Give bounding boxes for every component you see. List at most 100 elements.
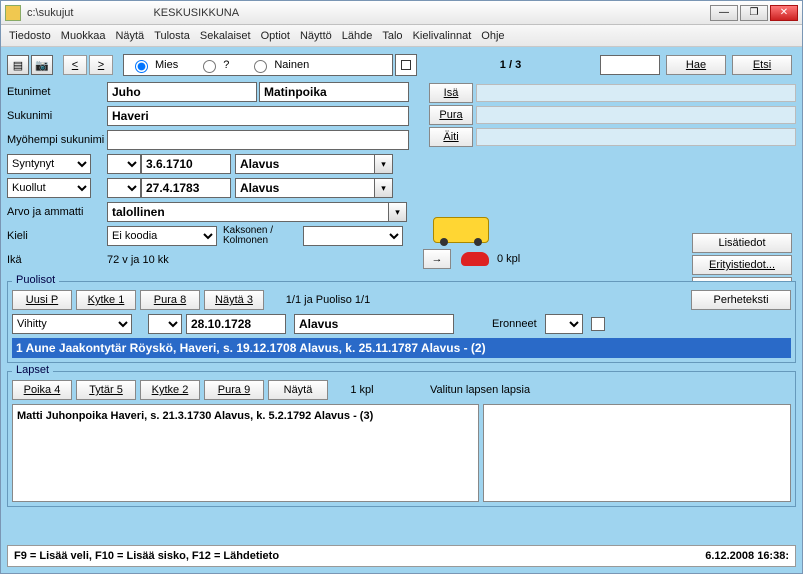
menu-tiedosto[interactable]: Tiedosto xyxy=(9,30,51,42)
pura-tab[interactable]: Pura xyxy=(429,105,473,125)
content: ▤ 📷 < > Mies ? Nainen Etunimet xyxy=(1,47,802,543)
tytar-button[interactable]: Tytär 5 xyxy=(76,380,136,400)
menu-muokkaa[interactable]: Muokkaa xyxy=(61,30,106,42)
puoliso-list-item[interactable]: 1 Aune Jaakontytär Röyskö, Haveri, s. 19… xyxy=(12,338,791,358)
doc-icon-button[interactable]: ▤ xyxy=(7,55,29,75)
ammatti-field[interactable] xyxy=(107,202,389,222)
kuol-paikka-drop[interactable]: ▾ xyxy=(375,178,393,198)
lapsenlapset-list[interactable] xyxy=(483,404,791,502)
lapset-legend: Lapset xyxy=(12,364,53,376)
status-left: F9 = Lisää veli, F10 = Lisää sisko, F12 … xyxy=(14,550,279,562)
menu-optiot[interactable]: Optiot xyxy=(261,30,290,42)
label-sukunimi: Sukunimi xyxy=(7,110,107,122)
pura-9-button[interactable]: Pura 9 xyxy=(204,380,264,400)
menu-sekalaiset[interactable]: Sekalaiset xyxy=(200,30,251,42)
minimize-button[interactable]: — xyxy=(710,5,738,21)
label-ika: Ikä xyxy=(7,254,107,266)
kuol-prefix-select[interactable] xyxy=(107,178,141,198)
menu-talo[interactable]: Talo xyxy=(382,30,402,42)
gender-radiogroup: Mies ? Nainen xyxy=(123,54,393,76)
statusbar: F9 = Lisää veli, F10 = Lisää sisko, F12 … xyxy=(7,545,796,567)
title-appname: KESKUSIKKUNA xyxy=(153,7,239,19)
myohempi-field[interactable] xyxy=(107,130,409,150)
person-panel: ▤ 📷 < > Mies ? Nainen Etunimet xyxy=(7,53,417,273)
kytke-1-button[interactable]: Kytke 1 xyxy=(76,290,136,310)
close-button[interactable]: ✕ xyxy=(770,5,798,21)
kuol-pvm-field[interactable] xyxy=(141,178,231,198)
vihitty-select[interactable]: Vihitty xyxy=(12,314,132,334)
label-myohempi: Myöhempi sukunimi xyxy=(7,134,107,146)
synt-prefix-select[interactable] xyxy=(107,154,141,174)
etsi-button[interactable]: Etsi xyxy=(732,55,792,75)
pura-8-button[interactable]: Pura 8 xyxy=(140,290,200,310)
kieli-select[interactable]: Ei koodia xyxy=(107,226,217,246)
label-valitun: Valitun lapsen lapsia xyxy=(430,384,530,396)
aiti-slot xyxy=(476,128,796,146)
title-path: c:\sukujut xyxy=(27,7,73,19)
aiti-tab[interactable]: Äiti xyxy=(429,127,473,147)
label-etunimet: Etunimet xyxy=(7,86,107,98)
app-icon xyxy=(5,5,21,21)
synt-paikka-drop[interactable]: ▾ xyxy=(375,154,393,174)
uusi-p-button[interactable]: Uusi P xyxy=(12,290,72,310)
menubar: Tiedosto Muokkaa Näytä Tulosta Sekalaise… xyxy=(1,25,802,47)
prev-button[interactable]: < xyxy=(63,55,87,75)
bus-icon xyxy=(433,217,489,243)
patronyymi-field[interactable] xyxy=(259,82,409,102)
menu-ohje[interactable]: Ohje xyxy=(481,30,504,42)
label-kaksonen: Kaksonen / Kolmonen xyxy=(223,226,303,246)
search-id-field[interactable] xyxy=(600,55,660,75)
isa-tab[interactable]: Isä xyxy=(429,83,473,103)
next-button[interactable]: > xyxy=(89,55,113,75)
syntynyt-select[interactable]: Syntynyt xyxy=(7,154,91,174)
vih-paikka-field[interactable] xyxy=(294,314,454,334)
isa-slot xyxy=(476,84,796,102)
square-toggle[interactable] xyxy=(395,54,417,76)
eronneet-select[interactable] xyxy=(545,314,583,334)
lisatiedot-button[interactable]: Lisätiedot xyxy=(692,233,792,253)
menu-tulosta[interactable]: Tulosta xyxy=(154,30,190,42)
nayta-3-button[interactable]: Näytä 3 xyxy=(204,290,264,310)
status-right: 6.12.2008 16:38: xyxy=(705,550,789,562)
label-kieli: Kieli xyxy=(7,230,107,242)
pura-slot xyxy=(476,106,796,124)
maximize-button[interactable]: ❐ xyxy=(740,5,768,21)
menu-kielivalinnat[interactable]: Kielivalinnat xyxy=(413,30,472,42)
radio-mies[interactable]: Mies xyxy=(130,57,178,73)
titlebar: c:\sukujut KESKUSIKKUNA — ❐ ✕ xyxy=(1,1,802,25)
erityistiedot-button[interactable]: Erityistiedot... xyxy=(692,255,792,275)
perheteksti-button[interactable]: Perheteksti xyxy=(691,290,791,310)
menu-lahde[interactable]: Lähde xyxy=(342,30,373,42)
nayta-lapsi-button[interactable]: Näytä xyxy=(268,380,328,400)
sukunimi-field[interactable] xyxy=(107,106,409,126)
arrow-right-button[interactable]: → xyxy=(423,249,451,269)
relations-panel: 1 / 3 Hae Etsi Isä Pura Ä xyxy=(423,53,796,273)
synt-pvm-field[interactable] xyxy=(141,154,231,174)
phone-icon xyxy=(461,252,489,266)
hae-button[interactable]: Hae xyxy=(666,55,726,75)
menu-nayta[interactable]: Näytä xyxy=(115,30,144,42)
lapsi-list[interactable]: Matti Juhonpoika Haveri, s. 21.3.1730 Al… xyxy=(12,404,479,502)
etunimi-field[interactable] xyxy=(107,82,257,102)
radio-nainen[interactable]: Nainen xyxy=(249,57,309,73)
menu-naytto[interactable]: Näyttö xyxy=(300,30,332,42)
puolisot-legend: Puolisot xyxy=(12,274,59,286)
poika-button[interactable]: Poika 4 xyxy=(12,380,72,400)
vih-pvm-field[interactable] xyxy=(186,314,286,334)
kaksonen-select[interactable] xyxy=(303,226,403,246)
kuol-paikka-field[interactable] xyxy=(235,178,375,198)
ika-value: 72 v ja 10 kk xyxy=(107,254,169,266)
eronneet-check[interactable] xyxy=(591,317,605,331)
camera-icon-button[interactable]: 📷 xyxy=(31,55,53,75)
kuollut-select[interactable]: Kuollut xyxy=(7,178,91,198)
ammatti-drop[interactable]: ▾ xyxy=(389,202,407,222)
main-window: c:\sukujut KESKUSIKKUNA — ❐ ✕ Tiedosto M… xyxy=(0,0,803,574)
kpl-count: 0 kpl xyxy=(497,253,520,265)
synt-paikka-field[interactable] xyxy=(235,154,375,174)
vih-prefix-select[interactable] xyxy=(148,314,182,334)
puoliso-status: 1/1 ja Puoliso 1/1 xyxy=(268,294,388,306)
label-eronneet: Eronneet xyxy=(492,318,537,330)
radio-unknown[interactable]: ? xyxy=(198,57,229,73)
page-counter: 1 / 3 xyxy=(427,59,594,71)
kytke-2-button[interactable]: Kytke 2 xyxy=(140,380,200,400)
